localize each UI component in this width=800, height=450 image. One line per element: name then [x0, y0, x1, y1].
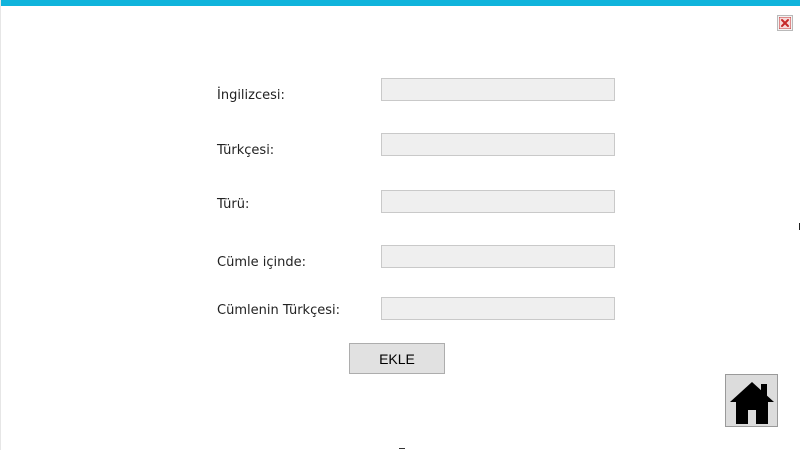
home-icon: [729, 381, 774, 424]
add-word-window: İngilizcesi: Türkçesi: Türü: Cümle içind…: [0, 0, 800, 450]
turkish-input[interactable]: [381, 133, 615, 156]
sentence-label: Cümle içinde:: [217, 255, 306, 270]
close-button[interactable]: [777, 15, 793, 31]
add-button[interactable]: EKLE: [349, 343, 445, 374]
title-accent-bar: [1, 0, 800, 6]
home-button[interactable]: [725, 374, 778, 427]
english-input[interactable]: [381, 78, 615, 101]
type-input[interactable]: [381, 190, 615, 213]
sentence-turkish-input[interactable]: [381, 297, 615, 320]
close-icon: [779, 17, 791, 29]
turkish-label: Türkçesi:: [217, 143, 275, 158]
sentence-input[interactable]: [381, 245, 615, 268]
bottom-mark: [399, 448, 405, 449]
sentence-turkish-label: Cümlenin Türkçesi:: [217, 303, 340, 318]
type-label: Türü:: [217, 197, 250, 212]
english-label: İngilizcesi:: [217, 88, 285, 103]
